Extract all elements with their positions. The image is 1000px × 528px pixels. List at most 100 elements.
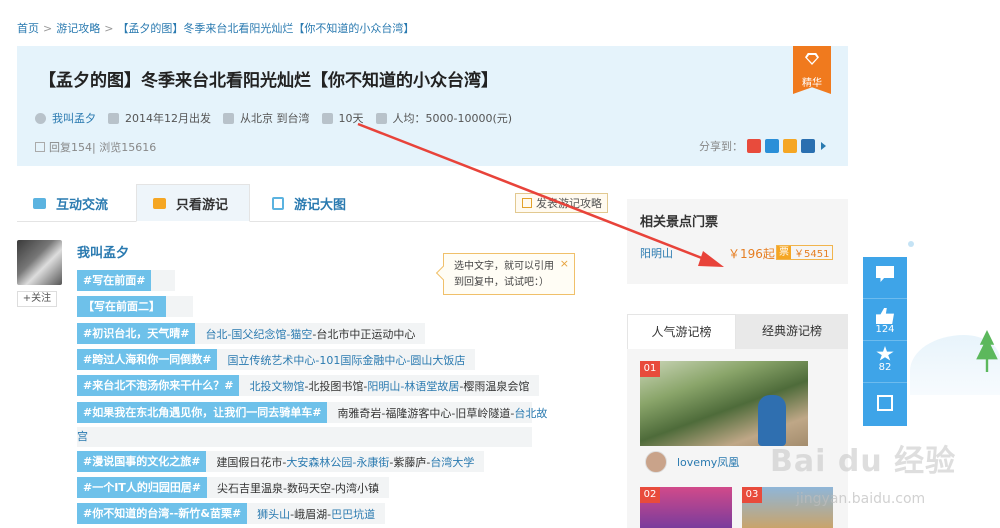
share-bar: 分享到： — [699, 138, 826, 154]
place-text: 尖石吉里温泉-数码天空-内湾小镇 — [217, 481, 379, 495]
chapter-tag[interactable]: #如果我在东北角遇见你，让我们一同去骑单车# — [77, 402, 328, 423]
route-text: 从北京 到台湾 — [240, 112, 310, 125]
avatar[interactable] — [645, 451, 667, 473]
chapter-tag[interactable]: #跨过人海和你一同倒数# — [77, 349, 218, 370]
ranking-username[interactable]: lovemy凤凰 — [677, 454, 739, 470]
place-text: -紫藤庐- — [389, 455, 431, 469]
list-item[interactable]: #来台北不泡汤你来干什么？# 北投文物馆-北投图书馆-阳明山-林语堂故居-樱雨温… — [77, 375, 540, 396]
meta-route: 从北京 到台湾 — [223, 110, 310, 126]
tab-travel-only[interactable]: 只看游记 — [136, 184, 250, 222]
tab-label: 互动交流 — [56, 197, 109, 213]
chat-icon — [153, 197, 166, 209]
ticket-spot-link[interactable]: 阳明山 — [640, 245, 673, 261]
more-share-icon[interactable] — [821, 142, 826, 150]
close-icon[interactable]: × — [560, 256, 569, 272]
tab-big-pictures[interactable]: 游记大图 — [272, 184, 346, 222]
thumbs-up-icon — [876, 308, 894, 324]
list-item[interactable]: #初识台北，天气晴# 台北-国父纪念馆-猫空-台北市中正运动中心 — [77, 323, 426, 344]
chapter-tag[interactable]: 【写在前面二】 — [77, 296, 166, 317]
breadcrumb-separator: > — [43, 22, 53, 35]
breadcrumb-travel-guides[interactable]: 游记攻略 — [56, 22, 100, 35]
money-icon — [375, 112, 387, 124]
ranking-user[interactable]: lovemy凤凰 — [645, 451, 739, 473]
place-link[interactable]: 台北-国父纪念馆-猫空 — [205, 328, 312, 341]
place-link[interactable]: 台湾大学 — [430, 456, 474, 469]
weibo-share-icon[interactable] — [747, 139, 761, 153]
ticket-icon: 票 — [777, 246, 791, 259]
meta-author[interactable]: 我叫孟夕 — [35, 110, 96, 126]
list-item[interactable]: 【写在前面二】 — [77, 296, 193, 317]
post-guide-label: 发表游记攻略 — [536, 197, 602, 210]
floating-action-bar: 124 82 — [863, 257, 907, 426]
place-text: -樱雨温泉会馆 — [459, 379, 530, 393]
route-icon — [223, 112, 234, 124]
post-guide-button[interactable]: 发表游记攻略 — [515, 193, 608, 213]
list-item[interactable]: #你不知道的台湾--新竹&苗栗# 狮头山-峨眉湖-巴巴坑道 — [77, 503, 386, 524]
chapter-tag[interactable]: #你不知道的台湾--新竹&苗栗# — [77, 503, 248, 524]
breadcrumb-current[interactable]: 【孟夕的图】冬季来台北看阳光灿烂【你不知道的小众台湾】 — [117, 22, 414, 35]
place-link[interactable]: 北投文物馆 — [249, 380, 304, 393]
chapter-tag[interactable]: #漫说国事的文化之旅# — [77, 451, 207, 472]
list-item[interactable]: #一个IT人的归园田居# 尖石吉里温泉-数码天空-内湾小镇 — [77, 477, 389, 498]
breadcrumb-separator: > — [104, 22, 114, 35]
place-link[interactable]: 阳明山-林语堂故居 — [367, 380, 459, 393]
renren-share-icon[interactable] — [801, 139, 815, 153]
tab-popular[interactable]: 人气游记榜 — [627, 314, 736, 349]
tooltip-line-2: 到回复中，试试吧：） — [454, 277, 549, 288]
chapter-places: 狮头山-峨眉湖-巴巴坑道 — [247, 506, 385, 522]
place-link[interactable]: 狮头山 — [257, 508, 290, 521]
list-item[interactable]: #漫说国事的文化之旅# 建国假日花市-大安森林公园-永康街-紫藤庐-台湾大学 — [77, 451, 485, 472]
chapter-tag[interactable]: #初识台北，天气晴# — [77, 323, 196, 344]
article-stats: 回复154| 浏览15616 — [35, 139, 156, 155]
list-item[interactable]: #写在前面# — [77, 270, 175, 291]
article-header: 【孟夕的图】冬季来台北看阳光灿烂【你不知道的小众台湾】 我叫孟夕 2014年12… — [17, 46, 848, 166]
tab-label: 游记大图 — [294, 197, 347, 213]
chapter-places: 建国假日花市-大安森林公园-永康街-紫藤庐-台湾大学 — [206, 454, 484, 470]
document-icon — [272, 196, 284, 210]
comment-button[interactable] — [863, 257, 907, 299]
quote-tooltip: 选中文字，就可以引用 到回复中，试试吧：） × — [435, 253, 575, 295]
place-link[interactable]: 国立传统艺术中心-101国际金融中心-圆山大饭店 — [227, 354, 465, 367]
watermark-url: jingyan.baidu.com — [796, 491, 926, 507]
stats-text: 回复154| 浏览15616 — [49, 141, 157, 154]
qzone-share-icon[interactable] — [765, 139, 779, 153]
ticket-package-price[interactable]: 票 ￥5451 — [776, 245, 834, 260]
tab-label: 只看游记 — [176, 197, 229, 213]
chapter-tag[interactable]: #写在前面# — [77, 270, 152, 291]
place-link[interactable]: 巴巴坑道 — [331, 508, 375, 521]
place-link[interactable]: 台北故 — [514, 407, 547, 420]
reply-icon — [35, 142, 45, 152]
meta-days: 10天 — [321, 110, 364, 126]
rank-number: 01 — [640, 361, 660, 377]
star-icon — [876, 346, 894, 361]
decoration-dot — [908, 241, 914, 247]
list-item[interactable]: #跨过人海和你一同倒数# 国立传统艺术中心-101国际金融中心-圆山大饭店 — [77, 349, 476, 370]
tickets-panel: 相关景点门票 阳明山 ￥196起 票 ￥5451 — [627, 199, 848, 284]
rank-number: 02 — [640, 487, 660, 503]
wrapped-text[interactable]: 宫 — [77, 427, 532, 447]
tab-interaction[interactable]: 互动交流 — [33, 184, 108, 222]
breadcrumb-home[interactable]: 首页 — [17, 22, 39, 35]
chat-icon — [33, 197, 46, 209]
share-button[interactable] — [863, 383, 907, 425]
breadcrumb: 首页 > 游记攻略 > 【孟夕的图】冬季来台北看阳光灿烂【你不知道的小众台湾】 — [17, 20, 414, 36]
follow-button[interactable]: +关注 — [17, 291, 57, 307]
ticket-price[interactable]: ￥196起 — [728, 245, 775, 262]
avatar[interactable] — [17, 240, 62, 285]
share-label: 分享到： — [699, 140, 743, 153]
ranking-thumbnail[interactable] — [640, 361, 808, 446]
author-link[interactable]: 我叫孟夕 — [52, 110, 96, 126]
list-item[interactable]: #如果我在东北角遇见你，让我们一同去骑单车# 南雅奇岩-福隆游客中心-旧草岭隧道… — [77, 402, 547, 423]
chat-icon — [876, 266, 894, 282]
tickets-heading: 相关景点门票 — [640, 215, 719, 230]
chapter-tag[interactable]: #来台北不泡汤你来干什么？# — [77, 375, 240, 396]
plane-icon — [108, 112, 119, 124]
share-icon — [877, 395, 893, 411]
like-button[interactable]: 124 — [863, 299, 907, 341]
star-share-icon[interactable] — [783, 139, 797, 153]
chapter-tag[interactable]: #一个IT人的归园田居# — [77, 477, 208, 498]
post-username[interactable]: 我叫孟夕 — [77, 242, 129, 261]
tab-classic[interactable]: 经典游记榜 — [736, 314, 848, 349]
favorite-button[interactable]: 82 — [863, 341, 907, 383]
place-link[interactable]: 大安森林公园-永康街 — [286, 456, 389, 469]
